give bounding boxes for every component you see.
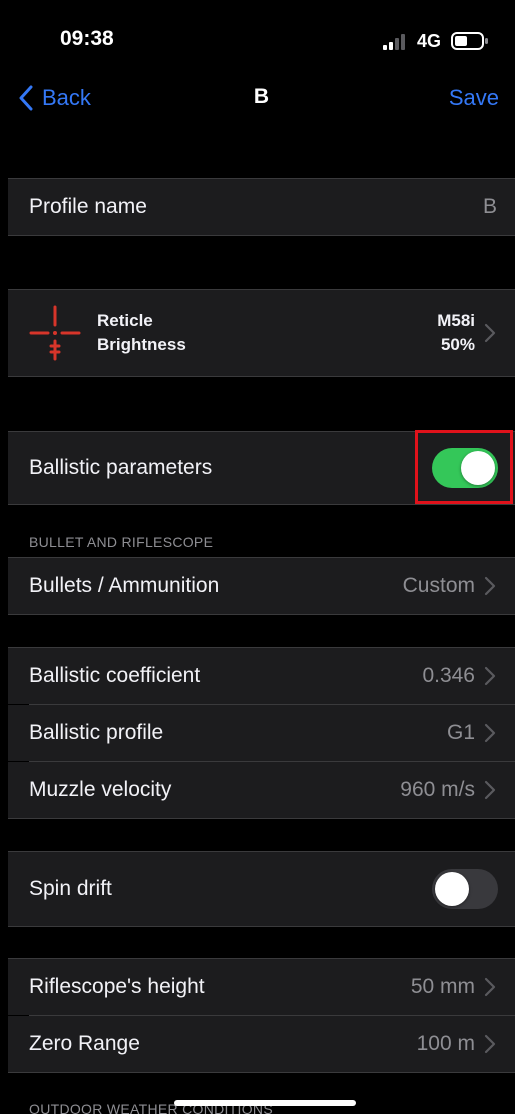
ballistic-profile-label: Ballistic profile <box>29 721 164 744</box>
chevron-right-icon <box>484 780 496 800</box>
muzzle-velocity-row[interactable]: Muzzle velocity 960 m/s <box>8 762 515 818</box>
chevron-right-icon <box>484 1034 496 1054</box>
spin-drift-label: Spin drift <box>29 877 112 900</box>
reticle-label: Reticle <box>97 311 153 330</box>
battery-icon <box>451 32 489 50</box>
divider <box>8 504 515 505</box>
reticle-icon <box>29 305 81 361</box>
section-header-bullet: BULLET AND RIFLESCOPE <box>29 534 214 550</box>
network-type: 4G <box>417 31 442 51</box>
chevron-right-icon <box>484 323 496 343</box>
divider <box>8 818 515 819</box>
divider <box>8 235 515 236</box>
ballistic-coefficient-value: 0.346 <box>422 664 475 687</box>
toggle-knob <box>435 872 469 906</box>
profile-name-row[interactable]: Profile name B <box>8 179 515 235</box>
divider <box>8 376 515 377</box>
divider <box>8 614 515 615</box>
riflescope-height-value: 50 mm <box>410 975 475 998</box>
brightness-value: 50% <box>440 335 475 354</box>
muzzle-velocity-label: Muzzle velocity <box>29 778 172 801</box>
ballistic-coefficient-row[interactable]: Ballistic coefficient 0.346 <box>8 648 515 704</box>
nav-title: B <box>253 85 270 108</box>
home-indicator[interactable] <box>174 1100 356 1106</box>
profile-name-label: Profile name <box>29 195 147 218</box>
spin-drift-toggle[interactable] <box>432 869 498 909</box>
highlight-box <box>415 430 513 504</box>
bullets-label: Bullets / Ammunition <box>29 574 220 597</box>
riflescope-height-label: Riflescope's height <box>29 975 205 998</box>
riflescope-height-row[interactable]: Riflescope's height 50 mm <box>8 959 515 1015</box>
bullets-row[interactable]: Bullets / Ammunition Custom <box>8 558 515 614</box>
divider <box>8 1072 515 1073</box>
reticle-row[interactable]: Reticle Brightness M58i 50% <box>8 290 515 376</box>
reticle-value: M58i <box>437 311 475 330</box>
zero-range-value: 100 m <box>416 1032 475 1055</box>
zero-range-row[interactable]: Zero Range 100 m <box>8 1016 515 1072</box>
ballistic-coefficient-label: Ballistic coefficient <box>29 664 201 687</box>
divider <box>8 926 515 927</box>
profile-name-value: B <box>482 195 497 218</box>
zero-range-label: Zero Range <box>29 1032 140 1055</box>
ballistic-profile-value: G1 <box>446 721 475 744</box>
ballistic-profile-row[interactable]: Ballistic profile G1 <box>8 705 515 761</box>
save-button[interactable]: Save <box>449 85 499 111</box>
chevron-right-icon <box>484 977 496 997</box>
brightness-label: Brightness <box>97 335 186 354</box>
chevron-right-icon <box>484 576 496 596</box>
signal-icon <box>383 34 415 50</box>
chevron-right-icon <box>484 723 496 743</box>
chevron-right-icon <box>484 666 496 686</box>
bullets-value: Custom <box>402 574 475 597</box>
settings-screen: 09:38 4G Back B Save Profile name B Reti… <box>8 0 515 1114</box>
muzzle-velocity-value: 960 m/s <box>400 778 475 801</box>
status-time: 09:38 <box>60 27 114 50</box>
